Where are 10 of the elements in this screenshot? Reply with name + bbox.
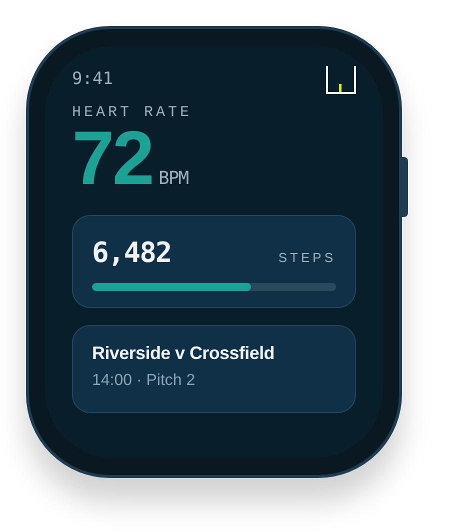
steps-label: STEPS [278,250,336,265]
heart-rate-value: 72 [72,119,153,199]
clock-time: 9:41 [72,69,113,89]
match-title: Riverside v Crossfield [92,343,276,364]
match-card[interactable]: Riverside v Crossfield 14:00 · Pitch 2 [72,325,356,413]
steps-count: 6,482 [92,236,172,269]
heart-rate-label: HEART RATE [72,104,194,121]
match-details: 14:00 · Pitch 2 [92,372,196,390]
crown-button[interactable] [399,157,408,217]
heart-rate-unit: BPM [158,168,188,189]
